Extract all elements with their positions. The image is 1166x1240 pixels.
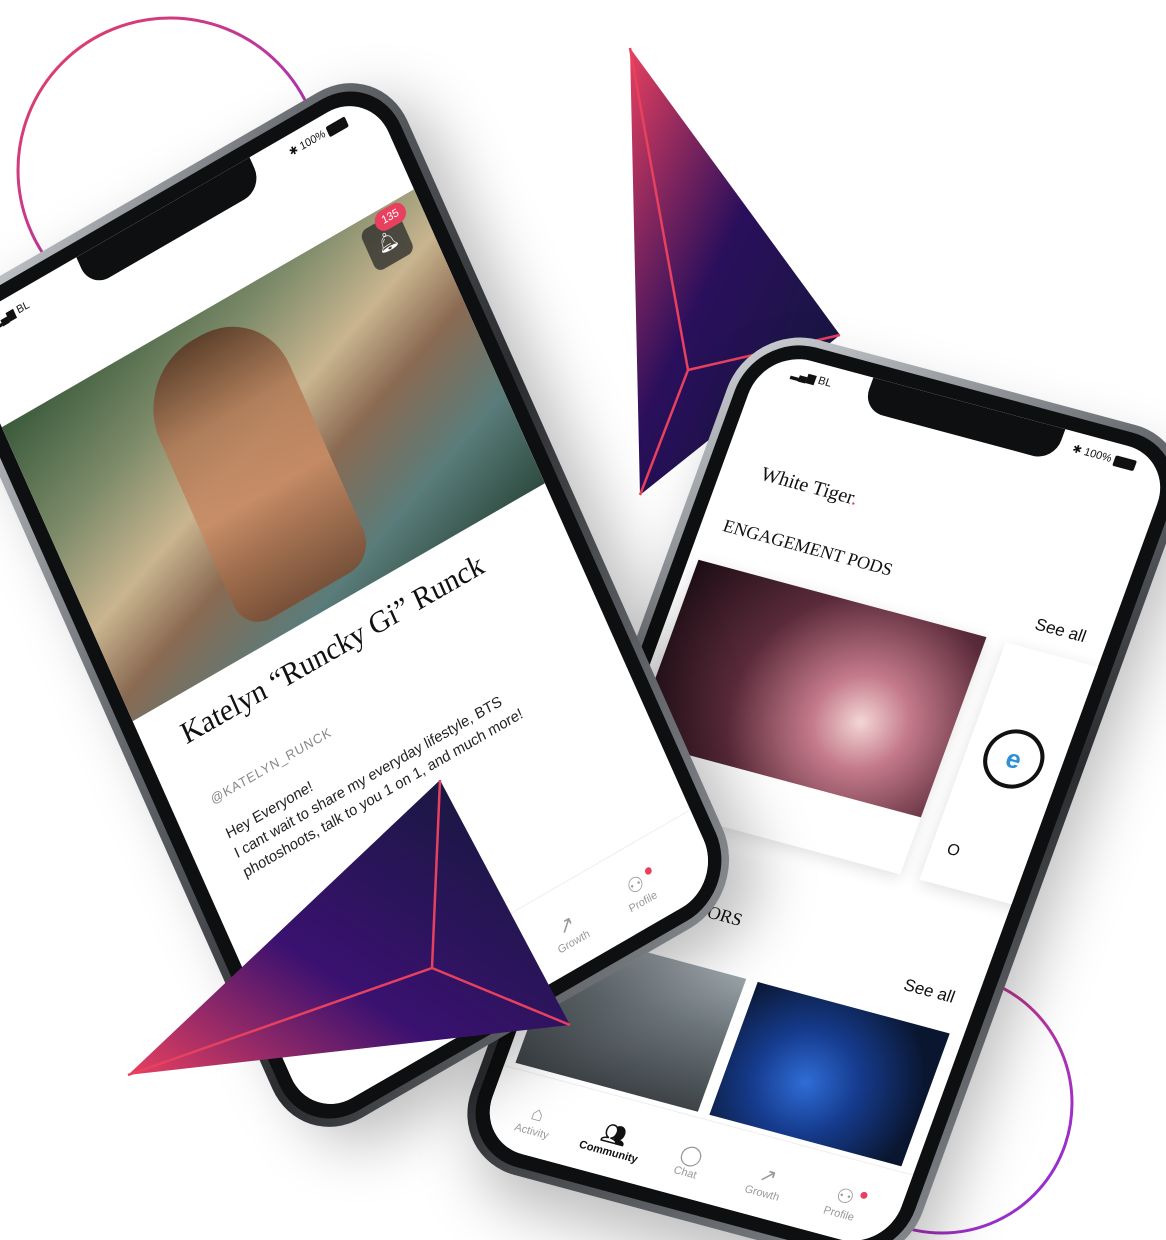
- hero-photo-subject: [131, 300, 376, 633]
- battery-icon: [325, 115, 349, 138]
- bluetooth-icon: ✱: [287, 143, 301, 160]
- carrier-label: ▂▄▆ BL: [789, 367, 834, 390]
- tab-growth[interactable]: ↗ Growth: [726, 1156, 806, 1208]
- brand-title: White Tiger.: [757, 463, 862, 510]
- pod-logo-icon: e: [974, 722, 1053, 796]
- engagement-see-all-link[interactable]: See all: [1032, 615, 1088, 647]
- tab-community[interactable]: 👥︎ Community: [573, 1115, 653, 1167]
- notifications-button[interactable]: 🔔︎ 135: [359, 199, 416, 273]
- collaborators-see-all-link[interactable]: See all: [901, 975, 957, 1007]
- tab-profile[interactable]: ⚇ Profile: [601, 857, 676, 925]
- engagement-pods-title: ENGAGEMENT PODS: [720, 515, 896, 580]
- pod-card-label: O: [944, 840, 963, 861]
- carrier-label: ▂▄▆ BL: [0, 298, 32, 331]
- tab-activity[interactable]: ⌂ Activity: [496, 1094, 576, 1146]
- bell-icon: 🔔︎: [373, 226, 402, 257]
- tab-chat[interactable]: ◯ Chat: [649, 1135, 729, 1187]
- tab-chat[interactable]: ◯ Chat: [462, 937, 537, 1005]
- tab-community[interactable]: 👥︎ Community: [393, 977, 468, 1045]
- battery-indicator: ✱ 100%: [1070, 442, 1138, 471]
- promo-stage: ▂▄▆ BL ✱ 100% White Tiger. ENGAGEMENT PO…: [0, 0, 1166, 1240]
- battery-icon: [1112, 454, 1138, 471]
- tab-growth[interactable]: ↗ Growth: [531, 897, 606, 965]
- tab-profile[interactable]: ⚇ Profile: [803, 1177, 883, 1229]
- bluetooth-icon: ✱: [1070, 443, 1084, 457]
